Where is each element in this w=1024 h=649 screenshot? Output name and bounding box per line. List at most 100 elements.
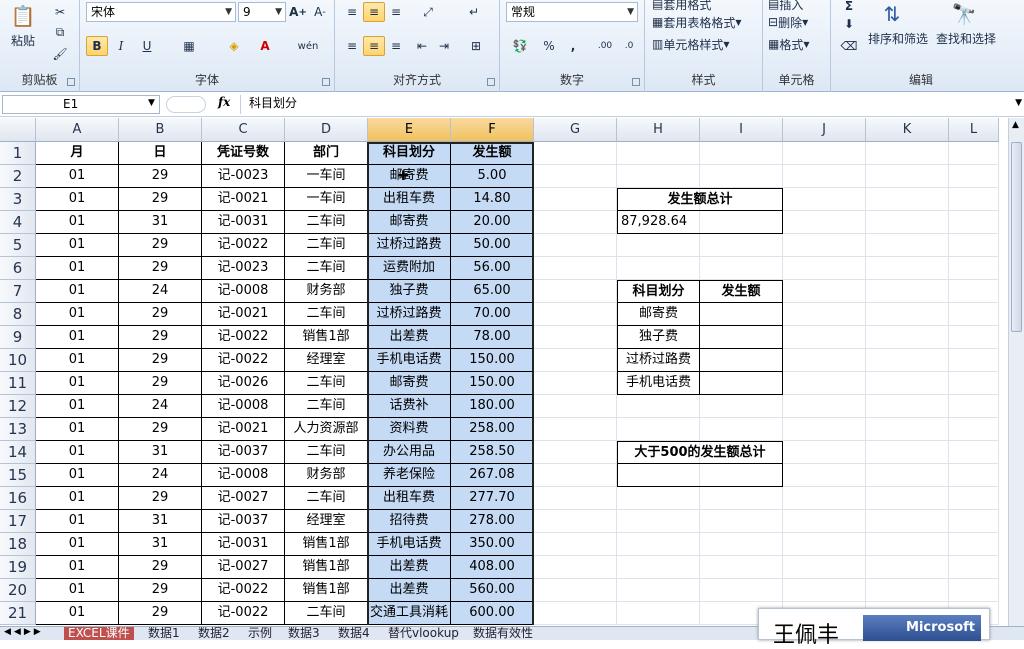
table-cell[interactable]: 01	[36, 349, 119, 372]
grid-cell[interactable]	[617, 579, 700, 602]
summary-value-cell[interactable]	[700, 303, 783, 326]
table-cell[interactable]: 29	[119, 257, 202, 280]
table-cell[interactable]: 二车间	[285, 234, 368, 257]
format-painter-icon[interactable]: 🖌	[48, 44, 72, 64]
sheet-tab[interactable]: 数据4	[334, 627, 374, 640]
sheet-tab[interactable]: 替代vlookup	[384, 627, 463, 640]
table-cell[interactable]: 记-0008	[202, 395, 285, 418]
table-cell[interactable]: 财务部	[285, 280, 368, 303]
grid-cell[interactable]	[534, 326, 617, 349]
grid-cell[interactable]	[534, 372, 617, 395]
fill-color-icon[interactable]: ◈	[220, 36, 248, 56]
table-cell[interactable]: 记-0037	[202, 510, 285, 533]
grid-cell[interactable]	[866, 395, 949, 418]
border-icon[interactable]: ▦	[176, 36, 202, 56]
grid-cell[interactable]	[534, 487, 617, 510]
grid-cell[interactable]	[783, 280, 866, 303]
grid-cell[interactable]	[783, 142, 866, 165]
grid-cell[interactable]	[949, 280, 999, 303]
gt500-title-cell[interactable]: 大于500的发生额总计	[617, 441, 783, 464]
row-header[interactable]: 15	[0, 464, 36, 487]
align-top-icon[interactable]: ≡	[341, 2, 363, 22]
tab-nav-icon[interactable]: ◀◀▶▶	[4, 627, 44, 637]
grid-cell[interactable]	[949, 326, 999, 349]
table-cell[interactable]: 二车间	[285, 211, 368, 234]
table-cell[interactable]: 记-0008	[202, 280, 285, 303]
grid-cell[interactable]	[783, 418, 866, 441]
table-cell[interactable]: 29	[119, 188, 202, 211]
clear-icon[interactable]: ⌫	[837, 36, 861, 56]
grid-cell[interactable]	[700, 556, 783, 579]
grid-cell[interactable]	[534, 395, 617, 418]
table-cell[interactable]: 一车间	[285, 165, 368, 188]
grid-cell[interactable]	[949, 165, 999, 188]
grid-cell[interactable]	[949, 234, 999, 257]
table-cell[interactable]: 01	[36, 372, 119, 395]
table-cell[interactable]: 29	[119, 487, 202, 510]
table-cell[interactable]: 人力资源部	[285, 418, 368, 441]
font-size-dropdown[interactable]: 9 ▼	[238, 2, 286, 22]
column-header-i[interactable]: I	[700, 118, 783, 142]
table-cell[interactable]: 记-0031	[202, 533, 285, 556]
grid-cell[interactable]	[700, 142, 783, 165]
grid-cell[interactable]	[617, 556, 700, 579]
grid-cell[interactable]	[866, 418, 949, 441]
table-cell[interactable]: 经理室	[285, 510, 368, 533]
column-header-g[interactable]: G	[534, 118, 617, 142]
table-header-cell[interactable]: 月	[36, 142, 119, 165]
grid-cell[interactable]	[534, 464, 617, 487]
row-header[interactable]: 12	[0, 395, 36, 418]
total-title-cell[interactable]: 发生额总计	[617, 188, 783, 211]
row-header[interactable]: 18	[0, 533, 36, 556]
grid-cell[interactable]	[700, 510, 783, 533]
summary-header-cell[interactable]: 发生额	[700, 280, 783, 303]
table-cell[interactable]: 销售1部	[285, 533, 368, 556]
row-header[interactable]: 19	[0, 556, 36, 579]
row-header[interactable]: 11	[0, 372, 36, 395]
table-cell[interactable]: 记-0021	[202, 418, 285, 441]
grid-cell[interactable]	[700, 395, 783, 418]
table-cell[interactable]: 记-0021	[202, 303, 285, 326]
grid-cell[interactable]	[700, 165, 783, 188]
summary-value-cell[interactable]	[700, 326, 783, 349]
grid-cell[interactable]	[866, 303, 949, 326]
dialog-launcher-icon[interactable]	[67, 78, 75, 86]
grid-cell[interactable]	[783, 556, 866, 579]
table-cell[interactable]: 01	[36, 303, 119, 326]
summary-item-cell[interactable]: 手机电话费	[617, 372, 700, 395]
sheet-tab[interactable]: 数据有效性	[469, 627, 537, 640]
grid-cell[interactable]	[949, 441, 999, 464]
summary-value-cell[interactable]	[700, 349, 783, 372]
italic-button[interactable]: I	[110, 36, 132, 56]
table-cell[interactable]: 二车间	[285, 441, 368, 464]
row-header[interactable]: 16	[0, 487, 36, 510]
table-cell[interactable]: 01	[36, 464, 119, 487]
grid-cell[interactable]	[866, 533, 949, 556]
grid-cell[interactable]	[783, 211, 866, 234]
table-cell[interactable]: 29	[119, 303, 202, 326]
grid-cell[interactable]	[783, 579, 866, 602]
grid-cell[interactable]	[534, 556, 617, 579]
row-header[interactable]: 2	[0, 165, 36, 188]
align-middle-icon[interactable]: ≡	[363, 2, 385, 22]
grid-cell[interactable]	[783, 441, 866, 464]
grid-cell[interactable]	[949, 487, 999, 510]
table-cell[interactable]: 记-0026	[202, 372, 285, 395]
row-header[interactable]: 6	[0, 257, 36, 280]
grid-cell[interactable]	[783, 487, 866, 510]
grid-cell[interactable]	[866, 372, 949, 395]
table-cell[interactable]: 01	[36, 418, 119, 441]
grid-cell[interactable]	[866, 280, 949, 303]
grid-cell[interactable]	[534, 280, 617, 303]
shrink-font-icon[interactable]: A-	[310, 2, 330, 22]
grid-cell[interactable]	[866, 579, 949, 602]
table-cell[interactable]: 01	[36, 556, 119, 579]
table-cell[interactable]: 01	[36, 211, 119, 234]
grid-cell[interactable]	[949, 395, 999, 418]
column-header-c[interactable]: C	[202, 118, 285, 142]
formula-input[interactable]: 科目划分	[240, 95, 1012, 114]
paste-icon[interactable]: 📋	[6, 2, 40, 30]
sheet-tab[interactable]: 示例	[244, 627, 276, 640]
grid-cell[interactable]	[783, 510, 866, 533]
sheet-tab[interactable]: 数据3	[284, 627, 324, 640]
